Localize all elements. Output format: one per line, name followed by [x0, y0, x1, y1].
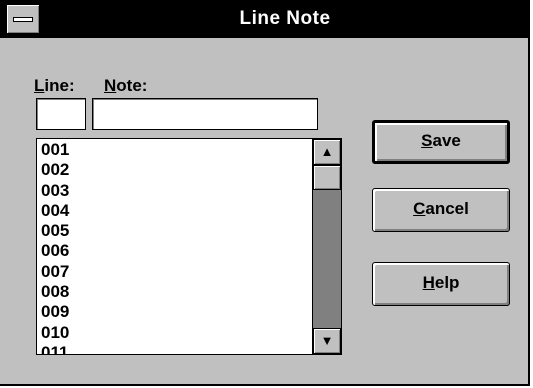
note-label: Note: [104, 76, 147, 96]
note-label-hotkey: N [104, 76, 117, 95]
scroll-down-button[interactable]: ▼ [313, 328, 341, 354]
window-title: Line Note [239, 8, 331, 29]
list-item[interactable]: 007 [37, 261, 311, 281]
list-item[interactable]: 002 [37, 159, 311, 179]
cancel-hotkey: C [413, 199, 426, 218]
scroll-thumb[interactable] [313, 165, 341, 190]
list-item[interactable]: 005 [37, 220, 311, 240]
line-note-dialog: Line Note Line: Note: 001 002 003 004 005 006… [0, 0, 530, 386]
list-item[interactable]: 008 [37, 281, 311, 301]
save-label: ave [432, 131, 461, 150]
cancel-button[interactable]: Cancel [372, 188, 510, 232]
list-item[interactable]: 001 [37, 139, 311, 159]
line-label-text: ine: [44, 76, 75, 95]
line-label: Line: [34, 76, 75, 96]
list-item[interactable]: 006 [37, 240, 311, 260]
arrow-down-icon: ▼ [320, 333, 334, 348]
list-item[interactable]: 011 [37, 342, 311, 354]
help-button[interactable]: Help [372, 262, 510, 306]
list-item[interactable]: 003 [37, 180, 311, 200]
system-menu-button[interactable] [6, 4, 40, 34]
help-hotkey: H [422, 273, 435, 292]
scroll-up-button[interactable]: ▲ [313, 139, 341, 165]
line-label-hotkey: L [34, 76, 45, 95]
list-item[interactable]: 010 [37, 322, 311, 342]
arrow-up-icon: ▲ [320, 144, 334, 159]
save-button[interactable]: Save [372, 120, 510, 164]
system-menu-icon [13, 17, 33, 22]
line-listbox[interactable]: 001 002 003 004 005 006 007 008 009 010 011 ▲ ▼ [36, 138, 342, 355]
save-hotkey: S [421, 131, 433, 150]
cancel-label: ancel [425, 199, 469, 218]
list-item[interactable]: 004 [37, 200, 311, 220]
title-bar[interactable]: Line Note [0, 0, 530, 38]
note-label-text: ote: [116, 76, 148, 95]
list-item[interactable]: 009 [37, 301, 311, 321]
help-label: elp [434, 273, 460, 292]
note-input[interactable] [92, 98, 318, 130]
list-vertical-scrollbar[interactable]: ▲ ▼ [312, 139, 341, 354]
line-number-input[interactable] [36, 98, 86, 130]
line-list-items: 001 002 003 004 005 006 007 008 009 010 011 [37, 139, 311, 354]
